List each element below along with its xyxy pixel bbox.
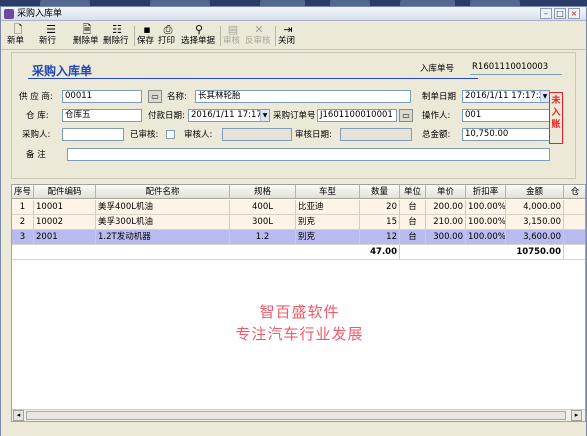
- header-form: 采购入库单 入库单号 R1601110010003 供 应 商: 00011 ▭…: [11, 52, 576, 179]
- col-header-price[interactable]: 单价: [426, 185, 466, 199]
- close-button[interactable]: ×: [568, 8, 580, 19]
- save-icon: ▪: [143, 23, 151, 36]
- total-amount: 10750.00: [506, 245, 564, 259]
- col-header-qty[interactable]: 数量: [360, 185, 400, 199]
- scroll-left-icon[interactable]: ◂: [13, 410, 24, 421]
- unapprove-icon: ✕: [254, 23, 264, 36]
- new-row-button[interactable]: ☰ 新行: [39, 24, 63, 48]
- watermark-line1: 智百盛软件: [259, 303, 340, 321]
- new-doc-icon: 🗋: [13, 23, 23, 36]
- col-header-warehouse[interactable]: 仓: [564, 185, 585, 199]
- title-bar: 采购入库单 – □ ×: [1, 7, 586, 21]
- doc-no-label: 入库单号: [420, 64, 455, 74]
- horizontal-scrollbar[interactable]: ◂ ▸: [12, 409, 585, 421]
- unposted-stamp: 未入账: [549, 92, 563, 144]
- binoculars-icon: ⚲: [194, 23, 204, 36]
- approve-icon: ▤: [227, 23, 239, 36]
- window-title: 采购入库单: [17, 9, 63, 19]
- status-bar: [1, 425, 586, 436]
- approved-label: 已审核:: [130, 130, 159, 140]
- warehouse-field[interactable]: 仓库五: [62, 109, 142, 122]
- print-button[interactable]: ⎙ 打印: [158, 24, 178, 48]
- minimize-button[interactable]: –: [540, 8, 552, 19]
- table-row-selected[interactable]: 3 2001 1.2T发动机器 1.2 别克 12 台 300.00 100.0…: [12, 230, 585, 245]
- approver-label: 审核人:: [184, 130, 213, 140]
- exit-icon: ⇥: [283, 23, 293, 36]
- app-icon: [4, 9, 14, 19]
- doc-title: 采购入库单: [32, 64, 93, 78]
- save-button[interactable]: ▪ 保存: [137, 24, 157, 48]
- approver-field: [222, 128, 292, 141]
- supplier-name-field[interactable]: 长其林轮胎: [195, 90, 411, 103]
- table-row[interactable]: 1 10001 美孚400L机油 400L 比亚迪 20 台 200.00 10…: [12, 200, 585, 215]
- buyer-label: 采购人:: [22, 130, 51, 140]
- grid-header: 序号 配件编码 配件名称 规格 车型 数量 单位 单价 折扣率 金额 仓: [12, 185, 585, 199]
- col-header-name[interactable]: 配件名称: [96, 185, 230, 199]
- supplier-code-field[interactable]: 00011: [62, 90, 142, 103]
- col-header-model[interactable]: 车型: [296, 185, 360, 199]
- toolbar: 🗋 新单 ☰ 新行 🗎 删除单 ☷ 删除行 ▪ 保存 ⎙ 打印 ⚲ 选择单据 ▤…: [1, 22, 586, 50]
- chevron-down-icon[interactable]: ▼: [260, 110, 269, 121]
- approve-date-field: [340, 128, 412, 141]
- col-header-unit[interactable]: 单位: [400, 185, 426, 199]
- delete-row-button[interactable]: ☷ 删除行: [103, 24, 131, 48]
- total-qty: 47.00: [360, 245, 400, 259]
- delete-doc-button[interactable]: 🗎 删除单: [73, 24, 101, 48]
- col-header-no[interactable]: 序号: [12, 185, 34, 199]
- operator-field[interactable]: 001: [462, 109, 550, 122]
- unapprove-button[interactable]: ✕ 反审核: [245, 24, 273, 48]
- remark-label: 备 注: [26, 150, 46, 160]
- remark-field[interactable]: [67, 148, 550, 161]
- date-label: 制单日期: [422, 92, 457, 102]
- date-select[interactable]: 2016/1/11 17:17:23 ▼: [462, 90, 550, 103]
- chevron-down-icon[interactable]: ▼: [540, 91, 549, 102]
- scroll-thumb[interactable]: [26, 411, 566, 420]
- toolbar-separator: [220, 26, 221, 46]
- title-underline: [28, 78, 478, 79]
- delete-doc-icon: 🗎: [82, 23, 92, 36]
- supplier-picker-button[interactable]: ▭: [148, 90, 162, 103]
- pay-date-label: 付款日期:: [148, 111, 185, 121]
- approve-date-label: 审核日期:: [295, 130, 332, 140]
- items-grid: 序号 配件编码 配件名称 规格 车型 数量 单位 单价 折扣率 金额 仓 1 1…: [11, 184, 586, 422]
- col-header-discount[interactable]: 折扣率: [466, 185, 506, 199]
- toolbar-separator: [134, 26, 135, 46]
- approve-button[interactable]: ▤ 审核: [223, 24, 243, 48]
- print-icon: ⎙: [163, 23, 173, 36]
- buyer-field[interactable]: [62, 128, 124, 141]
- supplier-label: 供 应 商:: [19, 92, 53, 102]
- operator-label: 操作人:: [422, 111, 451, 121]
- new-row-icon: ☰: [46, 23, 56, 36]
- purchase-receipt-window: 采购入库单 – □ × 🗋 新单 ☰ 新行 🗎 删除单 ☷ 删除行 ▪ 保存 ⎙…: [0, 6, 587, 436]
- select-doc-button[interactable]: ⚲ 选择单据: [181, 24, 217, 48]
- po-field[interactable]: J1601100010001: [317, 109, 397, 122]
- watermark-line2: 专注汽车行业发展: [235, 325, 364, 343]
- scroll-right-icon[interactable]: ▸: [571, 410, 582, 421]
- totals-row: 47.00 10750.00: [12, 245, 585, 260]
- col-header-amount[interactable]: 金额: [506, 185, 564, 199]
- total-field: 10,750.00: [462, 128, 550, 141]
- delete-row-icon: ☷: [112, 23, 122, 36]
- toolbar-separator: [275, 26, 276, 46]
- pay-date-select[interactable]: 2016/1/11 17:17:2 ▼: [188, 109, 270, 122]
- new-doc-button[interactable]: 🗋 新单: [7, 24, 29, 48]
- total-label: 总金额:: [422, 130, 451, 140]
- approved-checkbox[interactable]: [166, 130, 175, 139]
- doc-no-field: R1601110010003: [470, 62, 562, 75]
- warehouse-label: 仓 库:: [26, 111, 49, 121]
- exit-button[interactable]: ⇥ 关闭: [278, 24, 298, 48]
- po-label: 采购订单号: [273, 111, 316, 121]
- col-header-code[interactable]: 配件编码: [34, 185, 96, 199]
- maximize-button[interactable]: □: [554, 8, 566, 19]
- supplier-name-label: 名称:: [167, 92, 187, 102]
- table-row[interactable]: 2 10002 美孚300L机油 300L 别克 15 台 210.00 100…: [12, 215, 585, 230]
- col-header-spec[interactable]: 规格: [230, 185, 296, 199]
- po-picker-button[interactable]: ▭: [399, 109, 413, 122]
